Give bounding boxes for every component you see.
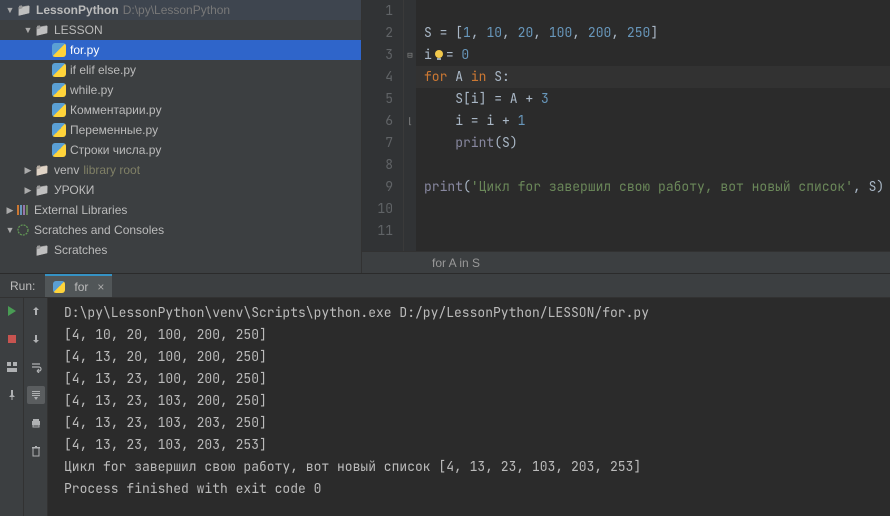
fold-gutter: ⊟ ⌊ xyxy=(404,0,416,251)
print-button[interactable] xyxy=(27,414,45,432)
python-file-icon xyxy=(52,63,66,77)
clear-button[interactable] xyxy=(27,442,45,460)
line-gutter: 1 2 3 4 5 6 7 8 9 10 11 xyxy=(362,0,404,251)
run-toolbar-left xyxy=(0,298,24,516)
python-file-icon xyxy=(52,123,66,137)
python-icon xyxy=(53,281,65,293)
python-file-icon xyxy=(52,103,66,117)
tree-lesson-folder[interactable]: LESSON xyxy=(0,20,361,40)
tree-project-root[interactable]: LessonPython D:\py\LessonPython xyxy=(0,0,361,20)
tree-external-libraries[interactable]: External Libraries xyxy=(0,200,361,220)
tree-venv[interactable]: venv library root xyxy=(0,160,361,180)
tree-file-for[interactable]: for.py xyxy=(0,40,361,60)
folder-icon xyxy=(34,242,50,258)
python-file-icon xyxy=(52,83,66,97)
tree-scratches[interactable]: Scratches and Consoles xyxy=(0,220,361,240)
library-folder-icon xyxy=(34,162,50,178)
folder-icon xyxy=(34,22,50,38)
tree-file-strings-numbers[interactable]: Строки числа.py xyxy=(0,140,361,160)
run-tab[interactable]: for × xyxy=(45,274,112,297)
code-editor[interactable]: 1 2 3 4 5 6 7 8 9 10 11 ⊟ ⌊ S = [1, 10, … xyxy=(362,0,890,273)
project-tree[interactable]: LessonPython D:\py\LessonPython LESSON f… xyxy=(0,0,362,273)
run-toolbar-right xyxy=(24,298,48,516)
console-output[interactable]: D:\py\LessonPython\venv\Scripts\python.e… xyxy=(48,298,890,516)
chevron-right-icon[interactable] xyxy=(22,185,34,196)
rerun-button[interactable] xyxy=(3,302,21,320)
up-stack-button[interactable] xyxy=(27,302,45,320)
intention-bulb-icon[interactable] xyxy=(432,48,446,62)
down-stack-button[interactable] xyxy=(27,330,45,348)
tree-uroki[interactable]: УРОКИ xyxy=(0,180,361,200)
pin-button[interactable] xyxy=(3,386,21,404)
project-path: D:\py\LessonPython xyxy=(123,3,230,17)
tree-file-while[interactable]: while.py xyxy=(0,80,361,100)
stop-button[interactable] xyxy=(3,330,21,348)
close-tab-icon[interactable]: × xyxy=(97,280,104,294)
chevron-right-icon[interactable] xyxy=(4,205,16,216)
scratches-icon xyxy=(16,223,30,237)
tree-file-ifelifelse[interactable]: if elif else.py xyxy=(0,60,361,80)
tree-file-variables[interactable]: Переменные.py xyxy=(0,120,361,140)
chevron-down-icon[interactable] xyxy=(22,25,34,35)
chevron-right-icon[interactable] xyxy=(22,165,34,176)
soft-wrap-button[interactable] xyxy=(27,358,45,376)
python-file-icon xyxy=(52,143,66,157)
run-header: Run: for × xyxy=(0,274,890,298)
project-name: LessonPython xyxy=(36,3,119,17)
tree-file-comments[interactable]: Комментарии.py xyxy=(0,100,361,120)
code-content[interactable]: S = [1, 10, 20, 100, 200, 250] i= 0 for … xyxy=(416,0,890,251)
tree-scratches-child[interactable]: Scratches xyxy=(0,240,361,260)
run-panel: Run: for × D:\py\LessonPython\venv\Scrip… xyxy=(0,273,890,516)
scroll-to-end-button[interactable] xyxy=(27,386,45,404)
folder-icon xyxy=(16,2,32,18)
libraries-icon xyxy=(16,203,30,217)
layout-button[interactable] xyxy=(3,358,21,376)
run-label: Run: xyxy=(0,279,45,293)
folder-icon xyxy=(34,182,50,198)
breadcrumb[interactable]: for A in S xyxy=(362,251,890,273)
python-file-icon xyxy=(52,43,66,57)
chevron-down-icon[interactable] xyxy=(4,5,16,15)
chevron-down-icon[interactable] xyxy=(4,225,16,235)
